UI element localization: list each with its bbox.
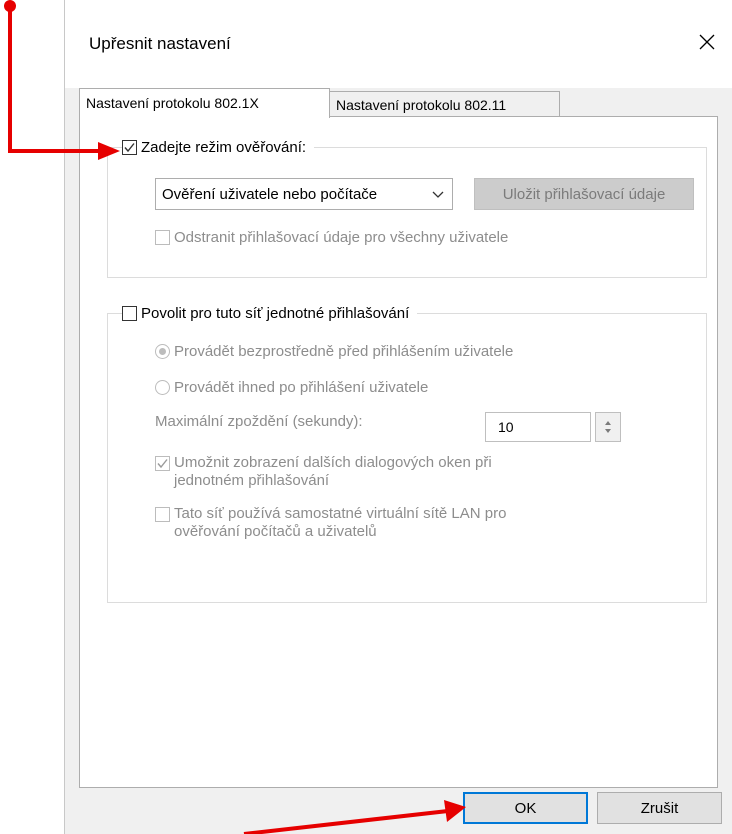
auth-mode-select[interactable]: Ověření uživatele nebo počítače	[155, 178, 453, 210]
cancel-button[interactable]: Zrušit	[597, 792, 722, 824]
remove-credentials-label: Odstranit přihlašovací údaje pro všechny…	[174, 229, 509, 246]
dialog-client-area: Nastavení protokolu 802.1X Nastavení pro…	[65, 88, 732, 834]
allow-dialogs-checkbox[interactable]: Umožnit zobrazení dalších dialogových ok…	[155, 454, 492, 490]
close-button[interactable]	[692, 27, 722, 57]
radio-after-logon-label: Provádět ihned po přihlášení uživatele	[174, 379, 429, 396]
auth-mode-checkbox[interactable]: Zadejte režim ověřování:	[122, 136, 315, 158]
auth-mode-checkbox-box[interactable]	[122, 139, 137, 155]
tab-panel-8021x: Zadejte režim ověřování: Ověření uživate…	[79, 116, 718, 788]
checkmark-icon	[157, 459, 168, 469]
save-credentials-label: Uložit přihlašovací údaje	[502, 185, 666, 203]
radio-before-logon-label: Provádět bezprostředně před přihlášením …	[174, 343, 514, 360]
dialog-title: Upřesnit nastavení	[89, 34, 231, 53]
title-bar: Upřesnit nastavení	[65, 0, 732, 88]
checkmark-icon	[124, 142, 135, 152]
close-icon	[699, 34, 715, 50]
separate-vlan-label: Tato síť používá samostatné virtuální sí…	[174, 505, 507, 540]
ok-button-label: OK	[514, 799, 537, 817]
radio-after-logon-circle[interactable]	[155, 380, 170, 395]
remove-credentials-checkbox[interactable]: Odstranit přihlašovací údaje pro všechny…	[155, 229, 508, 246]
sso-checkbox[interactable]: Povolit pro tuto síť jednotné přihlašová…	[122, 302, 418, 324]
radio-before-logon-circle[interactable]	[155, 344, 170, 359]
max-delay-value: 10	[498, 419, 514, 435]
radio-before-logon[interactable]: Provádět bezprostředně před přihlášením …	[155, 343, 513, 360]
advanced-settings-dialog: Upřesnit nastavení Nastavení protokolu 8…	[64, 0, 732, 834]
ok-button[interactable]: OK	[463, 792, 588, 824]
allow-dialogs-label: Umožnit zobrazení dalších dialogových ok…	[174, 454, 492, 489]
tab-8021x[interactable]: Nastavení protokolu 802.1X	[79, 88, 330, 118]
remove-credentials-checkbox-box[interactable]	[155, 230, 170, 245]
radio-selected-dot	[159, 348, 166, 355]
tab-8021x-label: Nastavení protokolu 802.1X	[86, 95, 259, 111]
max-delay-spinner[interactable]	[595, 412, 621, 442]
sso-group: Povolit pro tuto síť jednotné přihlašová…	[107, 302, 707, 603]
max-delay-input[interactable]: 10	[485, 412, 591, 442]
sso-checkbox-box[interactable]	[122, 305, 137, 321]
chevron-down-icon	[432, 191, 444, 198]
cancel-button-label: Zrušit	[640, 799, 679, 817]
tab-80211-label: Nastavení protokolu 802.11	[336, 97, 507, 113]
spin-down-icon[interactable]	[605, 429, 611, 433]
auth-mode-select-value: Ověření uživatele nebo počítače	[162, 185, 378, 203]
radio-after-logon[interactable]: Provádět ihned po přihlášení uživatele	[155, 379, 428, 396]
allow-dialogs-checkbox-box[interactable]	[155, 456, 170, 471]
annotation-dot	[4, 0, 16, 12]
separate-vlan-checkbox[interactable]: Tato síť používá samostatné virtuální sí…	[155, 505, 506, 541]
spin-up-icon[interactable]	[605, 421, 611, 425]
auth-mode-checkbox-label: Zadejte režim ověřování:	[141, 138, 307, 156]
tab-80211[interactable]: Nastavení protokolu 802.11	[329, 91, 560, 118]
separate-vlan-checkbox-box[interactable]	[155, 507, 170, 522]
sso-checkbox-label: Povolit pro tuto síť jednotné přihlašová…	[141, 304, 410, 322]
save-credentials-button[interactable]: Uložit přihlašovací údaje	[474, 178, 694, 210]
auth-mode-group: Zadejte režim ověřování: Ověření uživate…	[107, 136, 707, 278]
max-delay-label: Maximální zpoždění (sekundy):	[155, 413, 363, 430]
